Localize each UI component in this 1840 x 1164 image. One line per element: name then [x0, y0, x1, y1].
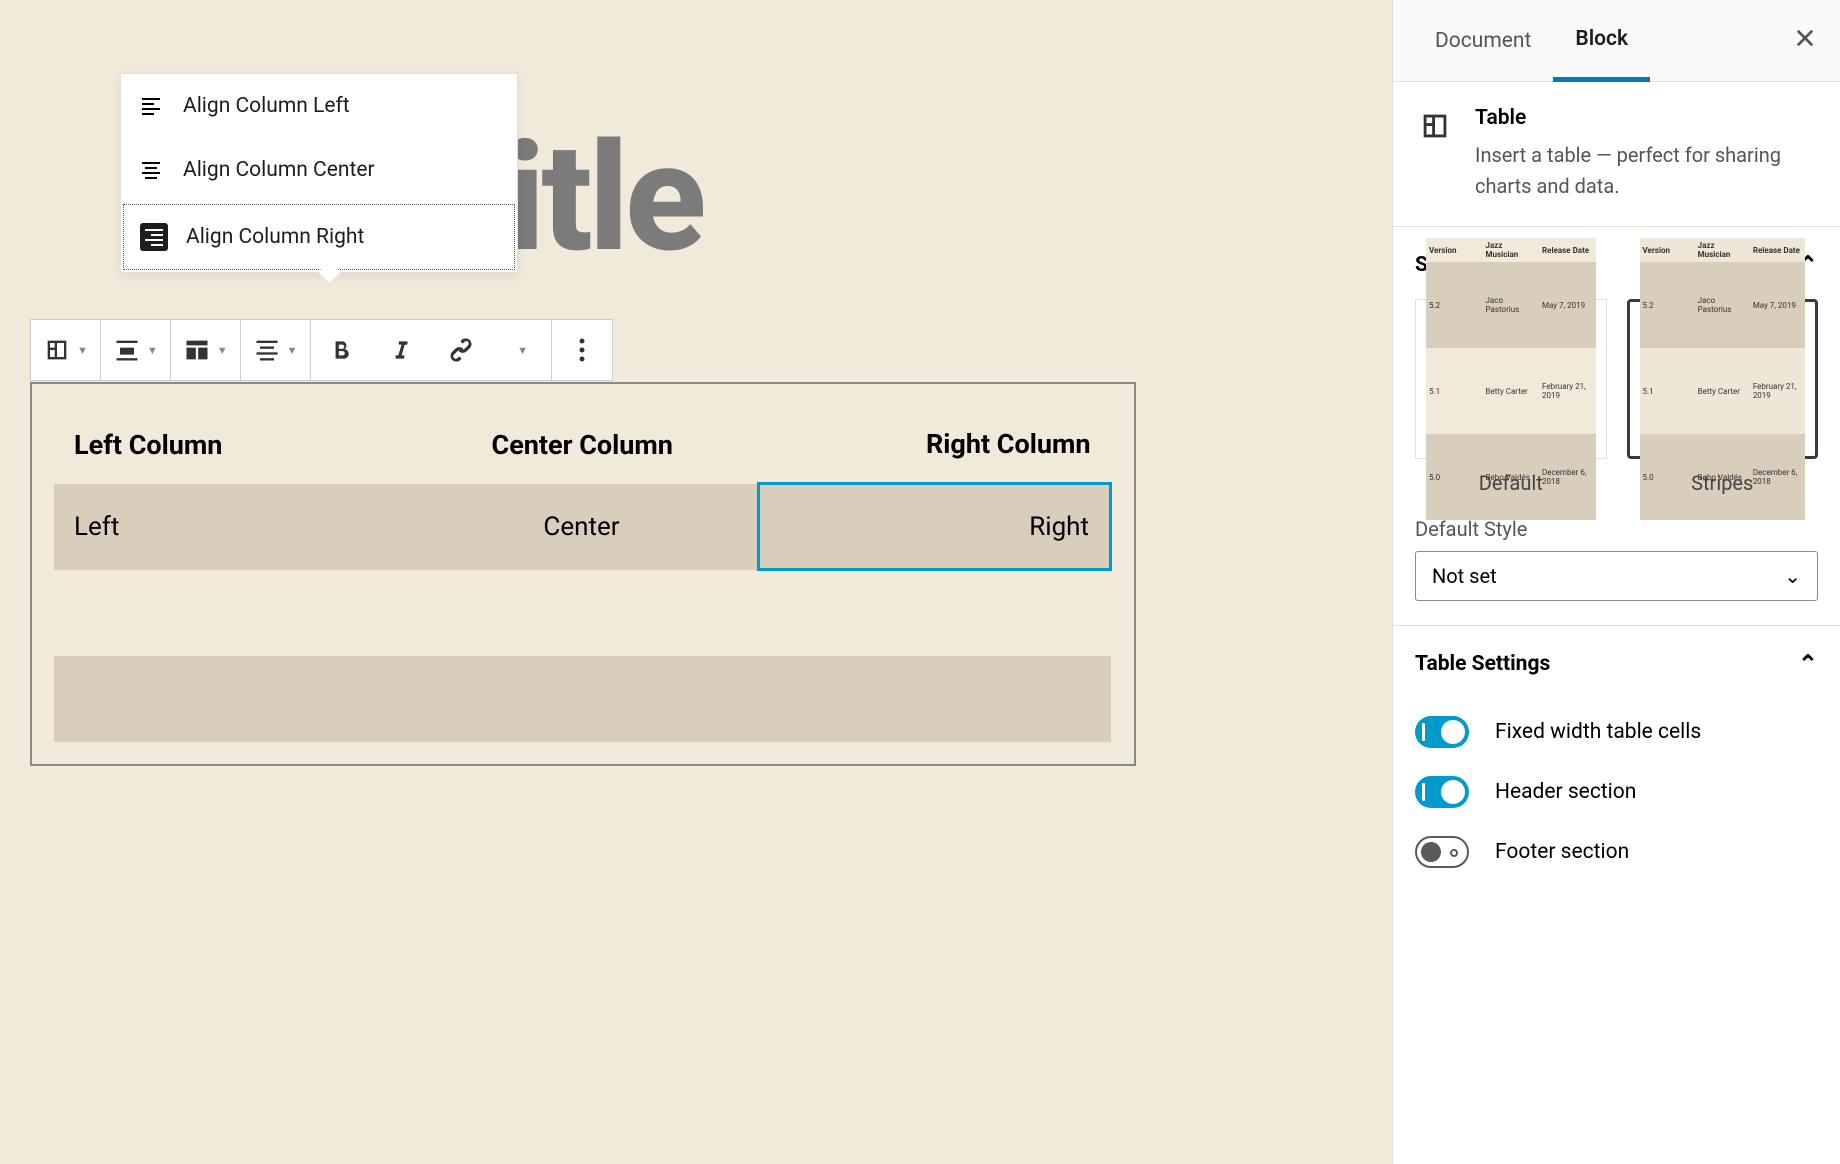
- italic-button[interactable]: [371, 320, 431, 380]
- table-cell[interactable]: Left: [54, 484, 406, 570]
- header-section-toggle[interactable]: [1415, 776, 1469, 808]
- dropdown-item-label: Align Column Center: [183, 158, 375, 182]
- align-column-dropdown: Align Column Left Align Column Center Al…: [120, 73, 518, 273]
- table-header[interactable]: Left Column: [54, 406, 406, 484]
- align-button[interactable]: ▼: [101, 320, 170, 380]
- toggle-label: Fixed width table cells: [1495, 720, 1701, 744]
- table-cell[interactable]: [406, 570, 758, 656]
- block-info-section: Table Insert a table — perfect for shari…: [1393, 82, 1840, 227]
- sidebar-tabs: Document Block: [1393, 0, 1840, 82]
- chevron-down-icon: ▼: [517, 344, 528, 357]
- table-settings-toggle[interactable]: Table Settings ⌃: [1415, 650, 1818, 678]
- block-name: Table: [1475, 106, 1818, 130]
- chevron-down-icon: ⌄: [1784, 564, 1801, 588]
- tab-document[interactable]: Document: [1413, 3, 1553, 79]
- toggle-label: Header section: [1495, 780, 1636, 804]
- align-column-left-item[interactable]: Align Column Left: [121, 74, 517, 138]
- bold-button[interactable]: [311, 320, 371, 380]
- editor-canvas: title Align Column Left Align Column Cen…: [0, 0, 1160, 1164]
- chevron-down-icon: ▼: [217, 344, 228, 357]
- table-header[interactable]: Right Column: [758, 406, 1110, 484]
- table-header[interactable]: Center Column: [406, 406, 758, 484]
- table-edit-button[interactable]: ▼: [171, 320, 240, 380]
- more-options-button[interactable]: [552, 320, 612, 380]
- style-option-stripes[interactable]: VersionJazz MusicianRelease Date 5.2Jaco…: [1627, 299, 1819, 495]
- align-column-center-item[interactable]: Align Column Center: [121, 138, 517, 202]
- table-block-icon: [1415, 106, 1455, 146]
- chevron-down-icon: ▼: [77, 344, 88, 357]
- chevron-down-icon: ▼: [147, 344, 158, 357]
- table-cell[interactable]: Center: [406, 484, 758, 570]
- table-cell[interactable]: [406, 656, 758, 742]
- table-cell[interactable]: [54, 656, 406, 742]
- block-description: Insert a table — perfect for sharing cha…: [1475, 140, 1818, 202]
- select-value: Not set: [1432, 564, 1497, 588]
- dropdown-item-label: Align Column Left: [183, 94, 350, 118]
- table-cell[interactable]: [758, 656, 1110, 742]
- align-center-icon: [137, 156, 165, 184]
- default-style-select[interactable]: Not set ⌄: [1415, 551, 1818, 601]
- toggle-label: Footer section: [1495, 840, 1629, 864]
- content-table[interactable]: Left Column Center Column Right Column L…: [54, 406, 1112, 742]
- more-formatting-button[interactable]: ▼: [491, 320, 551, 380]
- table-cell[interactable]: [758, 570, 1110, 656]
- styles-panel: Styles ⌃ VersionJazz MusicianRelease Dat…: [1393, 227, 1840, 626]
- chevron-down-icon: ▼: [287, 344, 298, 357]
- table-settings-panel: Table Settings ⌃ Fixed width table cells…: [1393, 626, 1840, 892]
- block-type-button[interactable]: ▼: [31, 320, 100, 380]
- block-toolbar: ▼ ▼ ▼ ▼: [30, 319, 613, 381]
- section-title: Table Settings: [1415, 652, 1550, 676]
- style-option-default[interactable]: VersionJazz MusicianRelease Date 5.2Jaco…: [1415, 299, 1607, 495]
- table-block[interactable]: Left Column Center Column Right Column L…: [30, 382, 1136, 766]
- chevron-up-icon: ⌃: [1798, 650, 1818, 678]
- inspector-sidebar: Document Block Table Insert a table — pe…: [1392, 0, 1840, 1164]
- fixed-width-toggle[interactable]: [1415, 716, 1469, 748]
- default-style-label: Default Style: [1415, 517, 1818, 541]
- close-sidebar-button[interactable]: [1794, 26, 1816, 56]
- table-cell-selected[interactable]: Right: [758, 484, 1110, 570]
- table-cell[interactable]: [54, 570, 406, 656]
- link-button[interactable]: [431, 320, 491, 380]
- dropdown-item-label: Align Column Right: [186, 225, 364, 249]
- tab-block[interactable]: Block: [1553, 1, 1650, 82]
- align-left-icon: [137, 92, 165, 120]
- column-align-button[interactable]: ▼: [241, 320, 310, 380]
- style-preview-stripes: VersionJazz MusicianRelease Date 5.2Jaco…: [1627, 299, 1819, 459]
- footer-section-toggle[interactable]: [1415, 836, 1469, 868]
- align-column-right-item[interactable]: Align Column Right: [123, 204, 515, 270]
- align-right-icon: [140, 223, 168, 251]
- style-preview-default: VersionJazz MusicianRelease Date 5.2Jaco…: [1415, 299, 1607, 459]
